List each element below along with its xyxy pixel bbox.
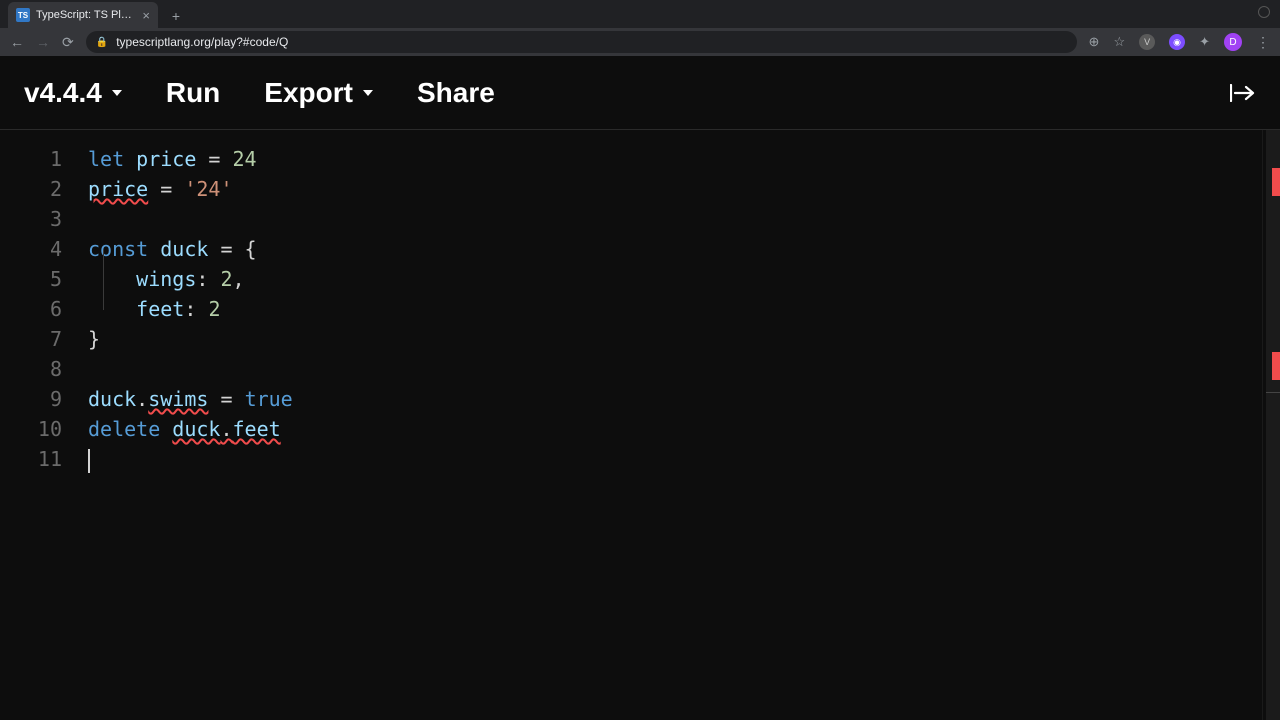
code-content[interactable]: let price = 24 price = '24' const duck =… xyxy=(88,130,1262,720)
playground-toolbar: v4.4.4 Run Export Share xyxy=(0,56,1280,130)
extensions-icon[interactable]: ✦ xyxy=(1199,34,1210,50)
code-line: wings: 2, xyxy=(88,264,1262,294)
code-line: feet: 2 xyxy=(88,294,1262,324)
tab-bar: TS TypeScript: TS Playground - A × + xyxy=(0,0,1280,28)
code-line: duck.swims = true xyxy=(88,384,1262,414)
code-line: const duck = { xyxy=(88,234,1262,264)
code-line xyxy=(88,444,1262,474)
version-label: v4.4.4 xyxy=(24,77,102,109)
line-number: 3 xyxy=(0,204,62,234)
reload-button[interactable]: ⟳ xyxy=(62,34,74,51)
indent-guide xyxy=(103,250,104,310)
menu-icon[interactable]: ⋮ xyxy=(1256,34,1270,51)
tab-favicon-icon: TS xyxy=(16,8,30,22)
profile-avatar[interactable]: D xyxy=(1224,33,1242,51)
window-control-icon[interactable] xyxy=(1258,6,1270,18)
search-icon[interactable]: ⊕ xyxy=(1089,34,1100,50)
error-token: price xyxy=(88,177,148,201)
toolbar-right: ⊕ ☆ V ◉ ✦ D ⋮ xyxy=(1089,33,1270,51)
line-number-gutter: 1 2 3 4 5 6 7 8 9 10 11 xyxy=(0,130,88,720)
browser-tab[interactable]: TS TypeScript: TS Playground - A × xyxy=(8,2,158,28)
code-line: delete duck.feet xyxy=(88,414,1262,444)
line-number: 9 xyxy=(0,384,62,414)
lock-icon: 🔒 xyxy=(96,37,108,48)
bookmark-icon[interactable]: ☆ xyxy=(1113,34,1125,50)
line-number: 8 xyxy=(0,354,62,384)
browser-chrome: TS TypeScript: TS Playground - A × + ← →… xyxy=(0,0,1280,56)
code-line: price = '24' xyxy=(88,174,1262,204)
url-input[interactable]: 🔒 typescriptlang.org/play?#code/Q xyxy=(86,31,1077,53)
extension-icon[interactable]: ◉ xyxy=(1169,34,1185,50)
line-number: 5 xyxy=(0,264,62,294)
line-number: 7 xyxy=(0,324,62,354)
url-text: typescriptlang.org/play?#code/Q xyxy=(116,35,288,49)
forward-button[interactable]: → xyxy=(36,34,50,50)
error-marker[interactable] xyxy=(1272,168,1280,196)
back-button[interactable]: ← xyxy=(10,34,24,50)
collapse-panel-icon[interactable] xyxy=(1230,84,1256,102)
code-line xyxy=(88,354,1262,384)
scrollbar-track[interactable] xyxy=(1266,130,1280,720)
line-number: 2 xyxy=(0,174,62,204)
code-line: let price = 24 xyxy=(88,144,1262,174)
error-token: swims xyxy=(148,387,208,411)
address-bar: ← → ⟳ 🔒 typescriptlang.org/play?#code/Q … xyxy=(0,28,1280,56)
tab-title: TypeScript: TS Playground - A xyxy=(36,9,136,21)
line-number: 4 xyxy=(0,234,62,264)
overview-divider xyxy=(1266,392,1280,393)
line-number: 1 xyxy=(0,144,62,174)
version-selector[interactable]: v4.4.4 xyxy=(24,77,122,109)
run-button[interactable]: Run xyxy=(166,77,220,109)
code-line: } xyxy=(88,324,1262,354)
text-cursor xyxy=(88,449,90,473)
code-editor[interactable]: 1 2 3 4 5 6 7 8 9 10 11 let price = 24 p… xyxy=(0,130,1280,720)
share-button[interactable]: Share xyxy=(417,77,495,109)
error-marker[interactable] xyxy=(1272,352,1280,380)
editor-right-rail xyxy=(1262,130,1280,720)
code-line xyxy=(88,204,1262,234)
line-number: 10 xyxy=(0,414,62,444)
export-label: Export xyxy=(264,77,353,109)
line-number: 6 xyxy=(0,294,62,324)
chevron-down-icon xyxy=(363,90,373,96)
chevron-down-icon xyxy=(112,90,122,96)
line-number: 11 xyxy=(0,444,62,474)
close-icon[interactable]: × xyxy=(142,8,150,23)
error-token: duck.feet xyxy=(172,417,280,441)
extension-icon[interactable]: V xyxy=(1139,34,1155,50)
new-tab-button[interactable]: + xyxy=(166,6,186,26)
export-button[interactable]: Export xyxy=(264,77,373,109)
